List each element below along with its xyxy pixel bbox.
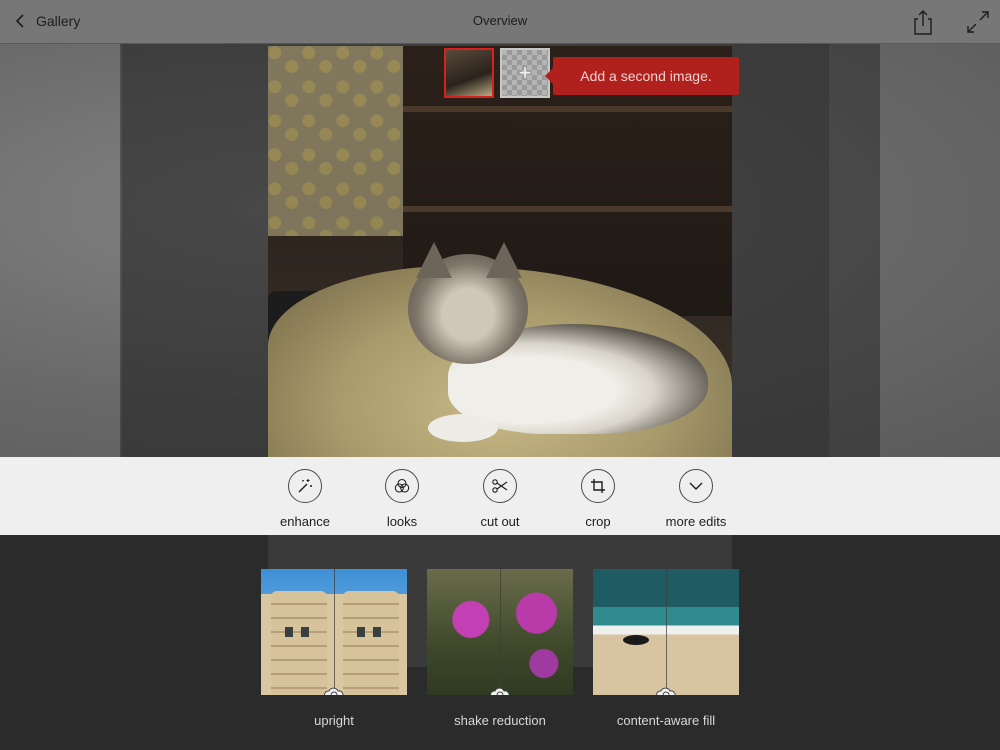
before-after-divider bbox=[334, 569, 335, 695]
tool-cut-out[interactable]: cut out bbox=[455, 469, 545, 529]
creative-cloud-icon bbox=[490, 687, 510, 695]
tool-looks-circle bbox=[385, 469, 419, 503]
feature-upright-image bbox=[261, 569, 407, 695]
magic-wand-icon bbox=[298, 479, 312, 493]
feature-content-aware-fill-label: content-aware fill bbox=[616, 713, 716, 728]
tool-cut-out-label: cut out bbox=[480, 514, 520, 529]
share-icon bbox=[914, 10, 932, 35]
cat-ear-left bbox=[416, 242, 452, 278]
photo-cat bbox=[408, 242, 708, 444]
plus-icon: + bbox=[518, 60, 532, 85]
tool-crop[interactable]: crop bbox=[553, 469, 643, 529]
feature-shake-reduction-image bbox=[427, 569, 573, 695]
scissors-icon bbox=[492, 479, 508, 493]
window bbox=[357, 627, 365, 637]
creative-cloud-icon bbox=[656, 687, 676, 695]
feature-panel: upright shake reduction content-aware fi… bbox=[0, 535, 1000, 750]
window bbox=[285, 627, 293, 637]
top-bar: Gallery Overview bbox=[0, 0, 1000, 44]
creative-cloud-icon bbox=[324, 687, 344, 695]
tool-enhance[interactable]: enhance bbox=[260, 469, 350, 529]
tool-looks[interactable]: looks bbox=[357, 469, 447, 529]
tool-enhance-circle bbox=[288, 469, 322, 503]
add-image-thumbnail[interactable]: + bbox=[500, 48, 550, 98]
window bbox=[301, 627, 309, 637]
tool-more-edits-label: more edits bbox=[665, 514, 727, 529]
page-title: Overview bbox=[472, 13, 528, 28]
feature-content-aware-fill[interactable]: content-aware fill bbox=[592, 569, 740, 728]
before-after-divider bbox=[500, 569, 501, 695]
fullscreen-icon bbox=[967, 11, 989, 33]
building-left bbox=[271, 591, 327, 695]
cat-paw bbox=[428, 414, 498, 442]
dog-silhouette bbox=[623, 635, 649, 645]
photo-wallpaper bbox=[268, 46, 408, 236]
cat-ear-right bbox=[486, 242, 522, 278]
tool-cut-out-circle bbox=[483, 469, 517, 503]
tool-more-edits-circle bbox=[679, 469, 713, 503]
thumbnail-current-image[interactable] bbox=[444, 48, 494, 98]
building-right bbox=[343, 591, 399, 695]
feature-upright-label: upright bbox=[314, 713, 354, 728]
crop-icon bbox=[591, 479, 605, 493]
add-image-callout[interactable]: Add a second image. bbox=[545, 57, 739, 95]
chevron-down-icon bbox=[689, 482, 703, 490]
main-photo[interactable] bbox=[268, 46, 732, 457]
feature-content-aware-fill-image bbox=[593, 569, 739, 695]
tool-looks-label: looks bbox=[386, 514, 418, 529]
image-thumbnail-strip: + bbox=[444, 48, 550, 98]
window bbox=[373, 627, 381, 637]
feature-shake-reduction[interactable]: shake reduction bbox=[426, 569, 574, 728]
fullscreen-button[interactable] bbox=[963, 7, 993, 37]
tool-more-edits[interactable]: more edits bbox=[651, 469, 741, 529]
tool-crop-circle bbox=[581, 469, 615, 503]
edit-toolbar: enhance looks cut out crop more edits bbox=[0, 457, 1000, 535]
tool-enhance-label: enhance bbox=[280, 514, 330, 529]
before-after-divider bbox=[666, 569, 667, 695]
tool-crop-label: crop bbox=[585, 514, 611, 529]
feature-shake-reduction-label: shake reduction bbox=[454, 713, 546, 728]
callout-text: Add a second image. bbox=[580, 68, 712, 84]
share-button[interactable] bbox=[908, 7, 938, 37]
feature-upright[interactable]: upright bbox=[260, 569, 408, 728]
cat-head bbox=[408, 242, 528, 364]
looks-circles-icon bbox=[394, 478, 410, 493]
